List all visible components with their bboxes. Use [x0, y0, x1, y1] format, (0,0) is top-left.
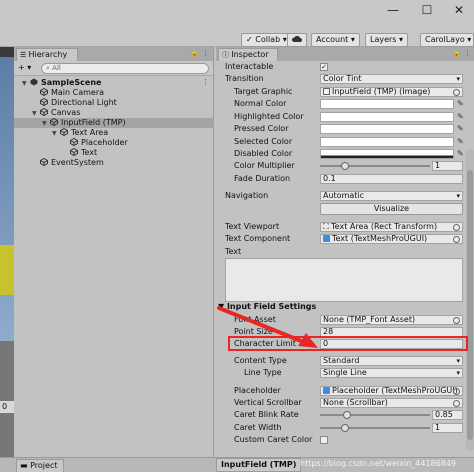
annotation-arrow [217, 306, 318, 348]
